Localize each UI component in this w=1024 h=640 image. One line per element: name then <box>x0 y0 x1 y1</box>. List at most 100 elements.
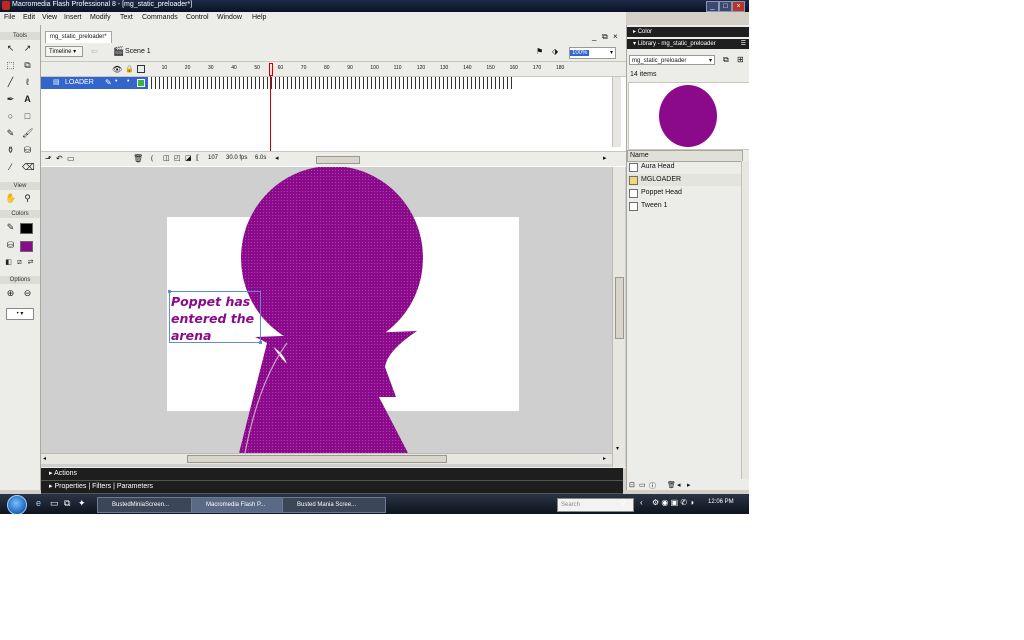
minimize-button[interactable]: _ <box>706 1 719 12</box>
menu-edit[interactable]: Edit <box>23 14 35 21</box>
black-white-icon[interactable]: ◧ <box>3 257 14 268</box>
new-symbol-icon[interactable]: ⊡ <box>629 481 635 489</box>
new-library-panel-icon[interactable]: ⧉ <box>723 55 729 65</box>
selection-tool-icon[interactable]: ↖ <box>5 43 16 54</box>
pin-library-icon[interactable]: ⊞ <box>737 55 744 64</box>
pencil-tool-icon[interactable]: ✎ <box>5 128 16 139</box>
layer-row-loader[interactable]: ▤ LOADER ✎ • • <box>41 77 148 89</box>
menu-text[interactable]: Text <box>120 14 133 21</box>
taskbar-button-flash[interactable]: Macromedia Flash P... <box>191 497 290 513</box>
eyedropper-icon[interactable]: ⁄ <box>5 162 16 173</box>
media-icon[interactable]: ✦ <box>78 498 86 509</box>
tray-arrow-icon[interactable]: ‹ <box>640 498 643 507</box>
frame-ruler[interactable]: 10 20 30 40 50 60 70 80 90 100 110 120 130 140 150 160 1… <box>150 65 620 75</box>
scroll-left-icon[interactable]: ◂ <box>275 154 279 162</box>
scroll-right-icon[interactable]: ▸ <box>603 154 607 162</box>
outline-all-icon[interactable] <box>137 65 145 73</box>
color-panel-bar[interactable]: ▸ Color <box>627 27 749 37</box>
tool-option-dropdown[interactable]: • ▾ <box>6 308 34 320</box>
layer-lock-dot[interactable]: • <box>127 78 129 85</box>
lock-all-icon[interactable]: 🔒 <box>125 65 134 73</box>
stage-hscroll-thumb[interactable] <box>187 455 447 463</box>
hand-tool-icon[interactable]: ✋ <box>5 193 16 204</box>
lasso-tool-icon[interactable]: ℓ <box>22 77 33 88</box>
tab-parameters[interactable]: Parameters <box>117 483 153 490</box>
back-arrow-icon[interactable]: ⇦ <box>91 47 98 56</box>
stage-text[interactable]: Poppet has entered the arena <box>171 293 259 344</box>
new-folder-icon[interactable]: ▭ <box>639 481 646 489</box>
tab-filters[interactable]: Filters <box>92 483 111 490</box>
menu-view[interactable]: View <box>42 14 57 21</box>
tray-icons[interactable]: ⚙ ◉ ▣ ✆ ◑ <box>652 498 694 507</box>
subselection-tool-icon[interactable]: ↗ <box>22 43 33 54</box>
library-item[interactable]: Poppet Head <box>627 187 741 199</box>
menu-window[interactable]: Window <box>217 14 242 21</box>
delete-layer-icon[interactable]: 🗑 <box>133 154 143 163</box>
show-desktop-icon[interactable]: ▭ <box>50 498 59 509</box>
ink-bottle-icon[interactable]: ⚱ <box>5 145 16 156</box>
tab-properties[interactable]: Properties <box>54 483 86 490</box>
library-menu-icon[interactable]: ☰ <box>741 39 746 49</box>
free-transform-icon[interactable]: ⬚ <box>5 60 16 71</box>
close-button[interactable]: × <box>732 1 745 12</box>
doc-close-icon[interactable]: × <box>613 32 618 41</box>
zoom-out-icon[interactable]: ⊖ <box>22 288 33 299</box>
actions-panel-bar[interactable]: ▸ Actions <box>41 468 623 481</box>
onion-skin-icon[interactable]: ◫ <box>163 154 170 162</box>
swap-colors-icon[interactable]: ⇄ <box>25 257 36 268</box>
stage-vscroll[interactable]: ▾ <box>612 167 625 467</box>
eraser-icon[interactable]: ⌫ <box>22 162 35 173</box>
oval-tool-icon[interactable]: ○ <box>5 111 16 122</box>
layer-visibility-dot[interactable]: • <box>115 78 117 85</box>
onion-outline-icon[interactable]: ◰ <box>174 154 181 162</box>
start-button[interactable] <box>7 495 27 514</box>
line-tool-icon[interactable]: ╱ <box>5 77 16 88</box>
ie-icon[interactable]: e <box>36 498 41 508</box>
zoom-tool-icon[interactable]: ⚲ <box>22 193 33 204</box>
stage-vscroll-thumb[interactable] <box>615 277 624 339</box>
library-vscroll[interactable] <box>741 161 749 479</box>
zoom-select[interactable]: 100% ▾ <box>569 47 616 59</box>
center-frame-icon[interactable]: ⟮ <box>151 155 153 163</box>
playhead-handle[interactable] <box>269 63 273 76</box>
scroll-left-icon[interactable]: ◂ <box>677 481 681 489</box>
text-tool-icon[interactable]: A <box>22 94 33 105</box>
taskbar-button-busted-mania[interactable]: Busted Mania Scree... <box>282 497 386 513</box>
edit-scene-icon[interactable]: ⚑ <box>536 47 543 56</box>
edit-symbols-icon[interactable]: ⬗ <box>552 47 558 56</box>
timeline-vscroll[interactable] <box>612 77 621 147</box>
timeline-hscroll-thumb[interactable] <box>316 156 360 164</box>
library-item[interactable]: Aura Head <box>627 161 741 173</box>
zoom-in-icon[interactable]: ⊕ <box>5 288 16 299</box>
fill-color-swatch[interactable] <box>20 241 33 252</box>
insert-folder-icon[interactable]: ▭ <box>67 154 75 163</box>
pen-tool-icon[interactable]: ✒ <box>5 94 16 105</box>
menu-help[interactable]: Help <box>252 14 266 21</box>
insert-layer-icon[interactable]: ⬏ <box>45 154 52 163</box>
show-hide-eye-icon[interactable]: 👁 <box>112 65 122 74</box>
properties-panel-bar[interactable]: ▸ Properties | Filters | Parameters <box>41 481 623 494</box>
maximize-button[interactable]: □ <box>719 1 732 12</box>
layer-outline-square[interactable] <box>137 79 145 87</box>
doc-minimize-icon[interactable]: _ <box>592 32 596 41</box>
add-guide-icon[interactable]: ↶ <box>56 154 63 163</box>
name-column-header[interactable]: Name <box>630 152 649 159</box>
menu-insert[interactable]: Insert <box>64 14 82 21</box>
menu-modify[interactable]: Modify <box>90 14 111 21</box>
library-item[interactable]: MGLOADER <box>627 174 741 186</box>
library-panel-bar[interactable]: ▾ Library - mg_static_preloader ☰ <box>627 39 749 49</box>
delete-icon[interactable]: 🗑 <box>667 481 676 489</box>
menu-commands[interactable]: Commands <box>142 14 178 21</box>
modify-markers-icon[interactable]: ⟦ <box>196 154 199 162</box>
stage-scroll-down-icon[interactable]: ▾ <box>616 445 619 452</box>
edit-multiple-icon[interactable]: ◪ <box>185 154 192 162</box>
library-item[interactable]: Tween 1 <box>627 200 741 212</box>
library-select[interactable]: mg_static_preloader ▾ <box>629 55 715 65</box>
taskbar-button-busted-screen[interactable]: BustedMiniaScreen... <box>97 497 199 513</box>
scroll-right-icon[interactable]: ▸ <box>687 481 691 489</box>
fill-transform-icon[interactable]: ⧉ <box>22 60 33 71</box>
doc-restore-icon[interactable]: ⧉ <box>602 32 608 42</box>
menu-file[interactable]: File <box>4 14 15 21</box>
no-color-icon[interactable]: ⧄ <box>14 257 25 268</box>
brush-tool-icon[interactable]: 🖌 <box>22 128 33 139</box>
